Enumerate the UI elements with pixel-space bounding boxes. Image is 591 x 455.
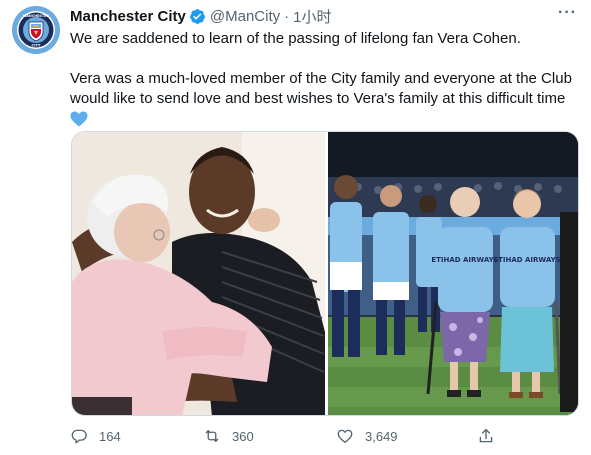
retweet-button[interactable]: 360 xyxy=(203,427,254,445)
more-options-icon[interactable]: ··· xyxy=(558,4,577,22)
media-photo-hug[interactable] xyxy=(72,132,325,415)
retweet-count: 360 xyxy=(232,428,254,444)
media-photo-stadium[interactable]: ETIHAD AIRWAYS ETIHAD AIRWAYS xyxy=(328,132,578,415)
shirt-sponsor-text-1: ETIHAD AIRWAYS xyxy=(431,256,498,264)
tweet-action-bar: 164 360 3,649 xyxy=(70,424,510,450)
tweet[interactable]: MANCHESTER CITY Manchester City @ManCity… xyxy=(0,0,591,455)
tweet-header: Manchester City @ManCity · 1小时 xyxy=(70,6,331,26)
shirt-sponsor-text-2: ETIHAD AIRWAYS xyxy=(493,256,560,264)
separator-dot: · xyxy=(284,7,290,25)
reply-button[interactable]: 164 xyxy=(70,427,121,445)
share-icon xyxy=(479,428,493,443)
heart-icon xyxy=(337,429,353,444)
manchester-city-crest-icon: MANCHESTER CITY xyxy=(12,6,60,54)
tweet-text-paragraph-1: We are saddened to learn of the passing … xyxy=(70,30,521,47)
user-handle[interactable]: @ManCity xyxy=(210,8,280,25)
timestamp[interactable]: 1小时 xyxy=(293,6,331,27)
retweet-icon xyxy=(205,430,219,442)
blue-heart-icon xyxy=(70,111,88,127)
tweet-text: We are saddened to learn of the passing … xyxy=(70,29,580,127)
display-name[interactable]: Manchester City xyxy=(70,8,186,25)
avatar[interactable]: MANCHESTER CITY xyxy=(12,6,60,54)
photo-stadium-illustration: ETIHAD AIRWAYS ETIHAD AIRWAYS xyxy=(328,132,578,415)
like-count: 3,649 xyxy=(365,428,398,444)
tweet-text-paragraph-2: Vera was a much-loved member of the City… xyxy=(70,70,572,107)
photo-hug-illustration xyxy=(72,132,325,415)
reply-icon xyxy=(71,429,87,444)
share-button[interactable] xyxy=(477,427,506,445)
svg-text:CITY: CITY xyxy=(31,44,40,48)
reply-count: 164 xyxy=(99,428,121,444)
tweet-media[interactable]: ETIHAD AIRWAYS ETIHAD AIRWAYS xyxy=(71,131,579,416)
svg-text:MANCHESTER: MANCHESTER xyxy=(23,14,50,18)
verified-badge-icon xyxy=(189,8,206,25)
like-button[interactable]: 3,649 xyxy=(336,427,398,445)
